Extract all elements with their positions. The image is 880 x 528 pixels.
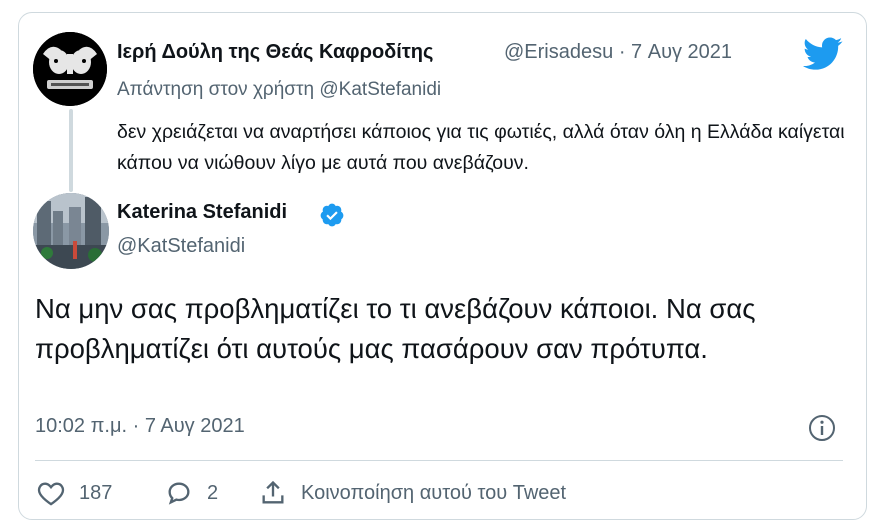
- parent-tweet-text: δεν χρειάζεται να αναρτήσει κάποιος για …: [117, 121, 845, 174]
- parent-avatar[interactable]: [33, 32, 107, 106]
- info-icon[interactable]: [808, 414, 836, 442]
- parent-avatar-image: [33, 32, 107, 106]
- parent-meta: @Erisadesu · 7 Αυγ 2021: [504, 41, 732, 64]
- heart-icon: [37, 482, 65, 506]
- embedded-tweet-card: Ιερή Δούλη της Θεάς Καφροδίτης @Erisades…: [18, 12, 867, 520]
- share-button[interactable]: Κοινοποίηση αυτού του Tweet: [259, 477, 566, 509]
- share-icon: [262, 480, 284, 504]
- reply-bubble-icon: [168, 482, 190, 505]
- reply-button[interactable]: 2: [165, 477, 218, 509]
- tweet-timestamp[interactable]: 10:02 π.μ. · 7 Αυγ 2021: [35, 415, 245, 438]
- reply-context: Απάντηση στον χρήστη @KatStefanidi: [117, 79, 441, 101]
- parent-handle[interactable]: @Erisadesu: [504, 41, 613, 63]
- parent-date[interactable]: 7 Αυγ 2021: [631, 41, 732, 63]
- thread-connector-line: [69, 109, 73, 192]
- main-avatar[interactable]: [33, 193, 109, 269]
- reply-prefix: Απάντηση στον χρήστη: [117, 79, 315, 100]
- main-handle[interactable]: @KatStefanidi: [117, 235, 245, 258]
- reply-to-handle[interactable]: @KatStefanidi: [319, 79, 441, 100]
- parent-display-name[interactable]: Ιερή Δούλη της Θεάς Καφροδίτης: [117, 41, 433, 64]
- twitter-bird-icon[interactable]: [803, 37, 843, 71]
- verified-badge-icon: [319, 202, 345, 228]
- like-count: 187: [79, 481, 113, 504]
- main-tweet-text: Να μην σας προβληματίζει το τι ανεβάζουν…: [35, 293, 756, 364]
- main-display-name[interactable]: Katerina Stefanidi: [117, 201, 287, 224]
- parent-meta-separator: ·: [618, 41, 626, 63]
- share-label: Κοινοποίηση αυτού του Tweet: [301, 481, 567, 504]
- like-button[interactable]: 187: [37, 477, 112, 509]
- reply-count: 2: [207, 481, 219, 504]
- divider: [35, 460, 843, 461]
- main-avatar-image: [33, 193, 109, 269]
